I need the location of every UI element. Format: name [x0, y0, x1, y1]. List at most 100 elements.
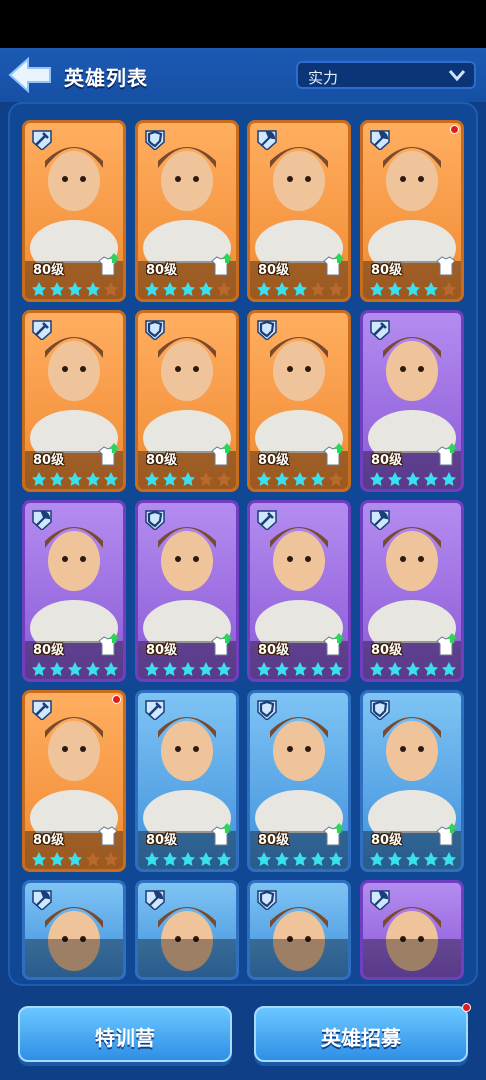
- star-icon: [329, 282, 343, 296]
- hero-card[interactable]: 80级: [247, 310, 351, 492]
- star-icon: [370, 472, 384, 486]
- star-icon: [86, 662, 100, 676]
- hero-card[interactable]: 80级: [360, 500, 464, 682]
- star-icon: [68, 472, 82, 486]
- hero-level: 80级: [33, 263, 65, 278]
- star-icon: [32, 472, 46, 486]
- star-rating: [257, 472, 343, 486]
- star-icon: [388, 662, 402, 676]
- hero-card[interactable]: 80级: [135, 500, 239, 682]
- hero-card[interactable]: 80级: [135, 120, 239, 302]
- gear-icon: [98, 253, 119, 276]
- hero-recruit-button[interactable]: 英雄招募: [254, 1003, 471, 1062]
- melee-class-icon: [32, 130, 52, 150]
- star-icon: [145, 282, 159, 296]
- gear-icon: [323, 443, 344, 466]
- hero-card[interactable]: 80级: [22, 500, 126, 682]
- hero-card[interactable]: 80级: [360, 690, 464, 872]
- star-icon: [50, 852, 64, 866]
- star-icon: [199, 472, 213, 486]
- star-icon: [145, 662, 159, 676]
- star-rating: [257, 852, 343, 866]
- gear-icon: [98, 633, 119, 656]
- axe-class-icon: [257, 130, 277, 150]
- hero-card[interactable]: [247, 880, 351, 980]
- star-rating: [145, 662, 231, 676]
- hero-level: 80级: [371, 833, 403, 848]
- hero-level: 80级: [146, 453, 178, 468]
- star-icon: [424, 662, 438, 676]
- gear-icon: [323, 633, 344, 656]
- hero-card[interactable]: 80级: [247, 500, 351, 682]
- hero-recruit-label: 英雄招募: [321, 1026, 401, 1050]
- star-rating: [32, 852, 118, 866]
- axe-class-icon: [370, 130, 390, 150]
- star-icon: [68, 852, 82, 866]
- axe-class-icon: [32, 890, 52, 910]
- star-icon: [388, 472, 402, 486]
- star-rating: [370, 282, 456, 296]
- star-icon: [329, 662, 343, 676]
- star-rating: [32, 282, 118, 296]
- hero-level: 80级: [258, 453, 290, 468]
- axe-class-icon: [145, 890, 165, 910]
- hero-level: 80级: [33, 833, 65, 848]
- hero-card[interactable]: 80级: [135, 310, 239, 492]
- card-footer: [25, 939, 123, 977]
- gear-icon: [98, 443, 119, 466]
- gear-icon: [436, 633, 457, 656]
- hero-card[interactable]: 80级: [247, 120, 351, 302]
- star-rating: [370, 662, 456, 676]
- star-icon: [406, 662, 420, 676]
- star-icon: [199, 662, 213, 676]
- star-icon: [86, 852, 100, 866]
- star-icon: [311, 472, 325, 486]
- sort-dropdown[interactable]: 实力: [296, 61, 476, 89]
- hero-card[interactable]: 80级: [360, 120, 464, 302]
- star-icon: [370, 852, 384, 866]
- star-icon: [50, 662, 64, 676]
- page-title: 英雄列表: [64, 66, 148, 90]
- footer: 特训营 英雄招募: [0, 986, 486, 1080]
- gear-icon: [436, 256, 456, 276]
- tank-class-icon: [145, 510, 165, 530]
- top-bar: 英雄列表 实力: [0, 48, 486, 102]
- star-rating: [145, 852, 231, 866]
- hero-card[interactable]: [360, 880, 464, 980]
- hero-level: 80级: [33, 643, 65, 658]
- status-bar: [0, 0, 486, 48]
- star-icon: [32, 662, 46, 676]
- hero-card[interactable]: [135, 880, 239, 980]
- gear-icon: [98, 826, 118, 846]
- star-icon: [104, 472, 118, 486]
- star-icon: [293, 282, 307, 296]
- sort-value: 实力: [308, 69, 339, 87]
- star-icon: [370, 282, 384, 296]
- star-icon: [329, 472, 343, 486]
- tank-class-icon: [145, 130, 165, 150]
- hero-card[interactable]: 80级: [247, 690, 351, 872]
- star-rating: [257, 282, 343, 296]
- star-icon: [32, 282, 46, 296]
- star-icon: [181, 282, 195, 296]
- hero-card[interactable]: 80级: [22, 690, 126, 872]
- hero-card[interactable]: 80级: [135, 690, 239, 872]
- card-footer: [138, 939, 236, 977]
- star-icon: [68, 282, 82, 296]
- star-icon: [257, 282, 271, 296]
- star-icon: [32, 852, 46, 866]
- hero-card[interactable]: [22, 880, 126, 980]
- training-camp-button[interactable]: 特训营: [18, 1006, 232, 1062]
- hero-card[interactable]: 80级: [22, 120, 126, 302]
- gear-icon: [436, 823, 457, 846]
- hero-card[interactable]: 80级: [360, 310, 464, 492]
- star-icon: [68, 662, 82, 676]
- star-rating: [370, 472, 456, 486]
- notification-dot: [450, 125, 459, 134]
- star-icon: [329, 852, 343, 866]
- back-button[interactable]: [8, 56, 52, 94]
- star-icon: [50, 282, 64, 296]
- hero-card[interactable]: 80级: [22, 310, 126, 492]
- hero-level: 80级: [258, 643, 290, 658]
- star-icon: [406, 282, 420, 296]
